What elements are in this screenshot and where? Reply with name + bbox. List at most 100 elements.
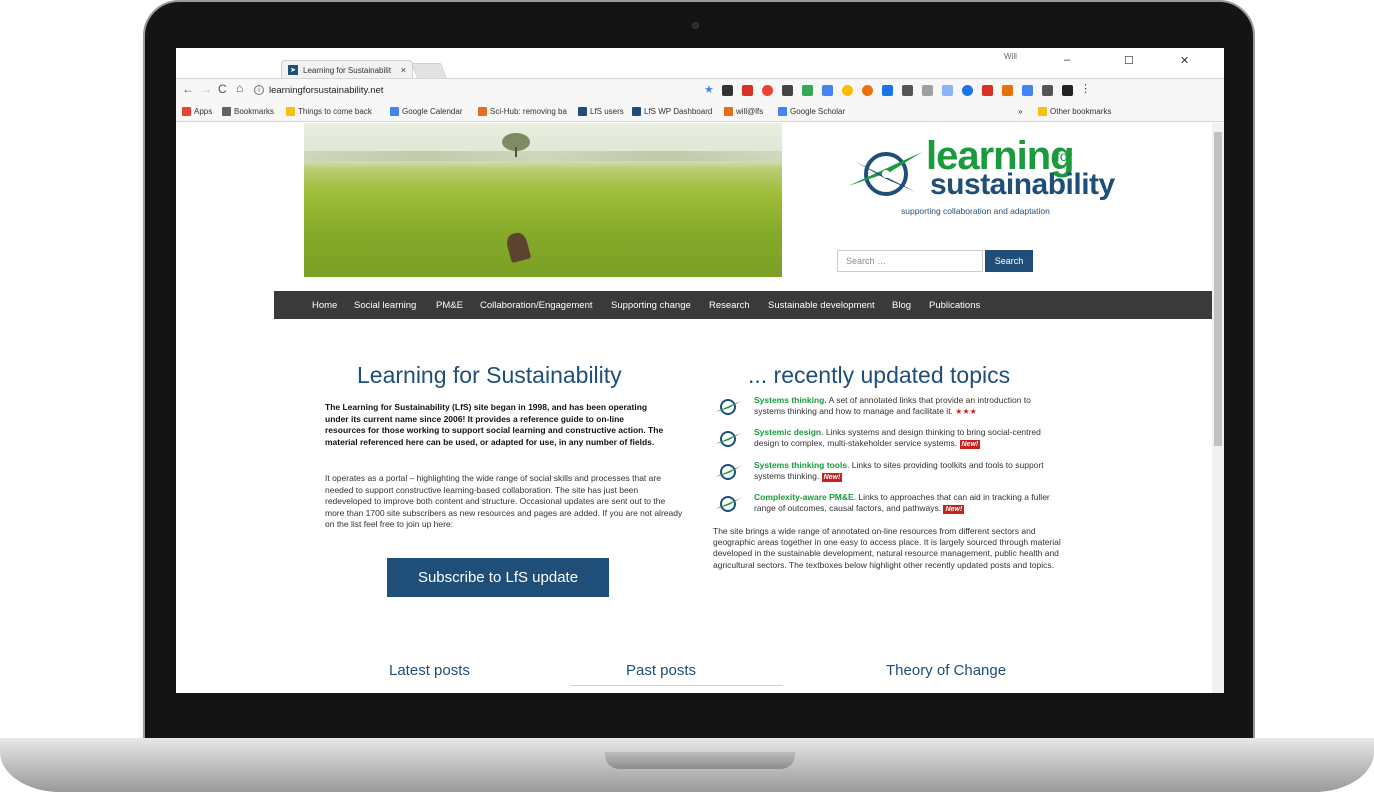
nav-social-learning[interactable]: Social learning xyxy=(354,300,416,311)
star-icon xyxy=(222,107,231,116)
address-bar[interactable]: i learningforsustainability.net xyxy=(254,82,614,98)
scholar-icon xyxy=(778,107,787,116)
compass-topic-icon xyxy=(715,464,741,480)
extension-icon[interactable] xyxy=(802,85,813,96)
bookmark-google-calendar[interactable]: Google Calendar xyxy=(390,107,462,116)
folder-icon xyxy=(286,107,295,116)
extension-icon[interactable] xyxy=(902,85,913,96)
minimize-button[interactable]: – xyxy=(1064,54,1070,66)
nav-collaboration-engagement[interactable]: Collaboration/Engagement xyxy=(480,300,593,311)
screen: ➤ Learning for Sustainabilit × Will – ☐ … xyxy=(176,48,1224,693)
intro-paragraph: It operates as a portal – highlighting t… xyxy=(325,473,683,529)
reload-icon[interactable]: C xyxy=(218,82,227,96)
site-favicon-icon: ➤ xyxy=(288,65,298,75)
maximize-button[interactable]: ☐ xyxy=(1124,54,1134,67)
nav-pme[interactable]: PM&E xyxy=(436,300,463,311)
intro-bold-paragraph: The Learning for Sustainability (LfS) si… xyxy=(325,402,664,447)
compass-topic-icon xyxy=(715,496,741,512)
past-posts-heading: Past posts xyxy=(626,662,697,679)
extension-icon[interactable] xyxy=(742,85,753,96)
bookmark-star-icon[interactable]: ★ xyxy=(704,83,714,96)
profile-button[interactable]: Will xyxy=(1004,52,1017,61)
main-navigation: Home Social learning PM&E Collaboration/… xyxy=(274,291,1212,319)
bookmark-lfs-wp-dashboard[interactable]: LfS WP Dashboard xyxy=(632,107,712,116)
bookmark-other[interactable]: Other bookmarks xyxy=(1038,107,1111,116)
topic-link-systems-thinking-tools[interactable]: Systems thinking tools xyxy=(754,460,847,470)
extension-icon[interactable] xyxy=(1042,85,1053,96)
sci-hub-icon xyxy=(478,107,487,116)
nav-sustainable-development[interactable]: Sustainable development xyxy=(768,300,875,311)
extension-icon[interactable] xyxy=(942,85,953,96)
nav-research[interactable]: Research xyxy=(709,300,750,311)
compass-topic-icon xyxy=(715,399,741,415)
home-icon[interactable]: ⌂ xyxy=(236,81,243,95)
extension-icon[interactable] xyxy=(982,85,993,96)
new-badge: New! xyxy=(821,473,843,482)
site-logo[interactable]: learning for sustainability supporting c… xyxy=(846,134,1115,216)
new-badge: New! xyxy=(943,505,965,514)
search-input[interactable]: Search … xyxy=(837,250,983,272)
logo-tagline: supporting collaboration and adaptation xyxy=(901,206,1050,216)
tab-close-icon[interactable]: × xyxy=(401,65,406,75)
nav-supporting-change[interactable]: Supporting change xyxy=(611,300,691,311)
browser-tab-bar: ➤ Learning for Sustainabilit × Will – ☐ … xyxy=(176,48,1224,79)
compass-logo-icon xyxy=(848,152,922,196)
extension-icon[interactable] xyxy=(862,85,873,96)
logo-word-for: for xyxy=(1056,148,1073,164)
extension-icon[interactable] xyxy=(922,85,933,96)
nav-publications[interactable]: Publications xyxy=(929,300,980,311)
extension-icon[interactable] xyxy=(962,85,973,96)
lfs-favicon-icon xyxy=(632,107,641,116)
nav-blog[interactable]: Blog xyxy=(892,300,911,311)
bookmark-google-scholar[interactable]: Google Scholar xyxy=(778,107,845,116)
back-arrow-icon[interactable]: ← xyxy=(182,82,194,96)
nav-home[interactable]: Home xyxy=(312,300,337,311)
topic-link-complexity-aware-pme[interactable]: Complexity-aware PM&E xyxy=(754,492,854,502)
bookmarks-bar: Apps Bookmarks Things to come back Googl… xyxy=(176,102,1224,122)
topic-link-systemic-design[interactable]: Systemic design xyxy=(754,427,821,437)
bookmark-will-lfs[interactable]: will@lfs xyxy=(724,107,763,116)
folder-icon xyxy=(1038,107,1047,116)
header-photo-rice-field xyxy=(304,123,782,277)
apps-grid-icon xyxy=(182,107,191,116)
extension-icon[interactable] xyxy=(842,85,853,96)
menu-kebab-icon[interactable]: ⋮ xyxy=(1080,82,1091,95)
extension-icon[interactable] xyxy=(882,85,893,96)
forward-arrow-icon[interactable]: → xyxy=(200,82,212,96)
intro-title: Learning for Sustainability xyxy=(357,362,622,388)
search-button[interactable]: Search xyxy=(985,250,1033,272)
extension-icon[interactable] xyxy=(782,85,793,96)
bookmark-folder[interactable]: Things to come back xyxy=(286,107,372,116)
webcam xyxy=(692,22,699,29)
topics-title: ... recently updated topics xyxy=(748,362,1011,388)
divider xyxy=(571,685,783,686)
subscribe-button[interactable]: Subscribe to LfS update xyxy=(387,558,609,597)
extension-icon[interactable] xyxy=(1002,85,1013,96)
extension-icon[interactable] xyxy=(822,85,833,96)
extension-icon[interactable] xyxy=(722,85,733,96)
bookmark-lfs-users[interactable]: LfS users xyxy=(578,107,624,116)
url-text: learningforsustainability.net xyxy=(269,84,384,96)
close-window-button[interactable]: ✕ xyxy=(1180,54,1189,67)
bookmark-bookmarks[interactable]: Bookmarks xyxy=(222,107,274,116)
laptop-opening-notch xyxy=(605,752,795,769)
site-info-icon[interactable]: i xyxy=(254,85,264,95)
bookmarks-overflow-icon[interactable]: » xyxy=(1018,107,1022,116)
tab-title: Learning for Sustainabilit xyxy=(303,65,392,75)
mail-icon xyxy=(724,107,733,116)
new-badge: New! xyxy=(959,440,981,449)
bookmark-apps[interactable]: Apps xyxy=(182,107,212,116)
scrollbar-thumb[interactable] xyxy=(1214,132,1222,446)
extension-icon[interactable] xyxy=(1062,85,1073,96)
new-tab-button[interactable] xyxy=(411,63,447,78)
lfs-favicon-icon xyxy=(578,107,587,116)
bookmark-sci-hub[interactable]: Sci-Hub: removing ba xyxy=(478,107,567,116)
extension-icon[interactable] xyxy=(1022,85,1033,96)
browser-tab[interactable]: ➤ Learning for Sustainabilit × xyxy=(281,60,413,79)
theory-of-change-heading: Theory of Change xyxy=(886,662,1007,679)
calendar-icon xyxy=(390,107,399,116)
topic-link-systems-thinking[interactable]: Systems thinking. xyxy=(754,395,827,405)
extension-icon[interactable] xyxy=(762,85,773,96)
compass-topic-icon xyxy=(715,431,741,447)
latest-posts-heading: Latest posts xyxy=(389,662,470,679)
